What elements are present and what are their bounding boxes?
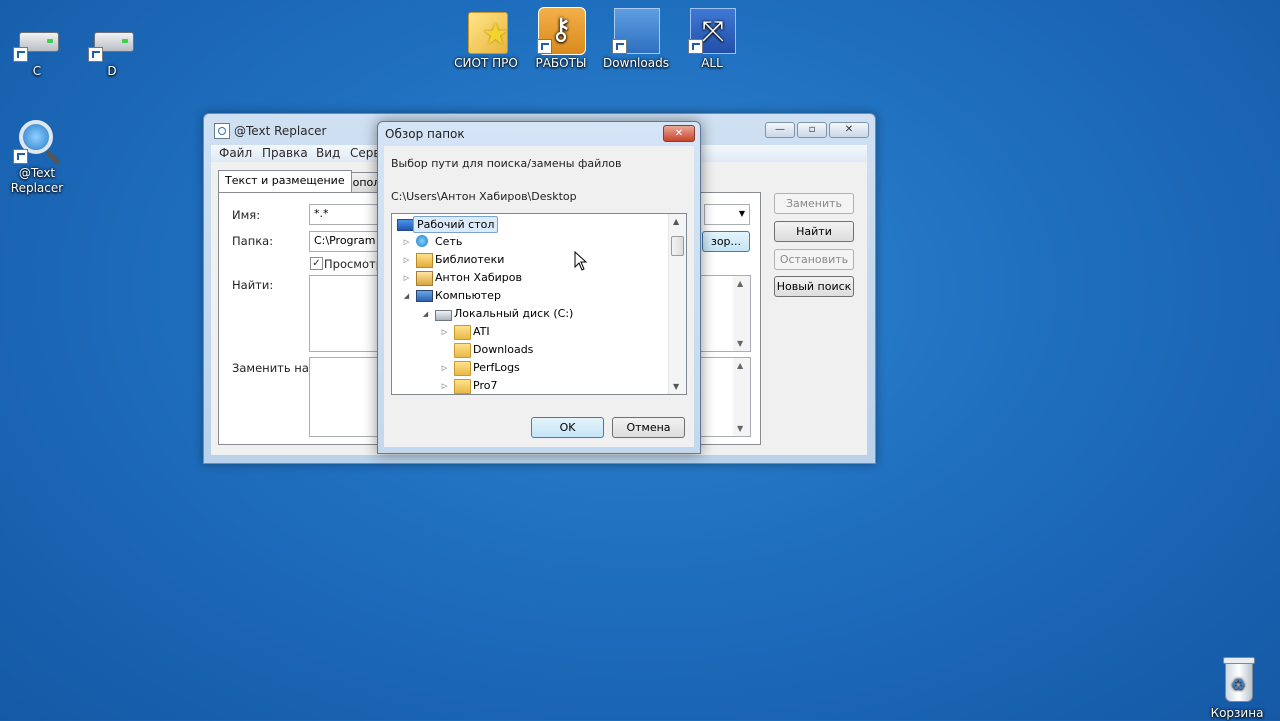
mouse-cursor-icon xyxy=(574,251,588,271)
cancel-button[interactable]: Отмена xyxy=(612,417,685,438)
desktop-icon-drive-c[interactable]: C xyxy=(1,14,73,79)
computer-icon xyxy=(416,290,433,302)
chevron-down-icon: ▼ xyxy=(738,209,745,218)
dialog-description: Выбор пути для поиска/замены файлов xyxy=(391,157,622,170)
browse-button[interactable]: зор... xyxy=(702,231,750,252)
scroll-down-icon[interactable]: ▼ xyxy=(673,382,679,391)
find-label: Найти: xyxy=(232,278,274,292)
stop-button[interactable]: Остановить xyxy=(774,249,854,270)
menu-file[interactable]: Файл xyxy=(219,146,252,160)
replace-with-label: Заменить на: xyxy=(232,361,313,375)
shortcut-arrow-icon xyxy=(13,47,28,62)
find-button[interactable]: Найти xyxy=(774,221,854,242)
maximize-button[interactable]: ▫ xyxy=(797,122,827,138)
dialog-title: Обзор папок xyxy=(385,127,465,141)
magnifier-icon xyxy=(13,116,61,164)
user-folder-icon xyxy=(416,271,433,286)
expand-arrow-icon[interactable]: ▷ xyxy=(402,251,411,269)
folder-tree[interactable]: Рабочий стол ▷ Сеть ▷ Библиотеки ▷ Антон… xyxy=(391,213,687,395)
shortcut-arrow-icon xyxy=(612,39,627,54)
find-scrollbar[interactable]: ▲ ▼ xyxy=(733,276,750,351)
close-button[interactable]: ✕ xyxy=(829,122,869,138)
desktop-icon-all[interactable]: ⤧ ALL xyxy=(676,6,748,71)
expand-arrow-icon[interactable]: ▷ xyxy=(402,269,411,287)
collapse-arrow-icon[interactable]: ◢ xyxy=(421,305,430,323)
drive-icon xyxy=(435,310,452,321)
scroll-thumb[interactable] xyxy=(671,236,684,256)
replace-scrollbar[interactable]: ▲ ▼ xyxy=(733,358,750,436)
browse-folder-dialog[interactable]: Обзор папок ✕ Выбор пути для поиска/заме… xyxy=(377,121,701,454)
hard-drive-icon xyxy=(88,14,136,62)
downloads-folder-icon xyxy=(612,6,660,54)
expand-arrow-icon[interactable]: ▷ xyxy=(440,377,449,394)
desktop-icon-recycle-bin[interactable]: Корзина xyxy=(1201,656,1273,721)
menu-service[interactable]: Серв xyxy=(350,146,380,160)
folder-icon xyxy=(454,343,471,358)
folder-icon xyxy=(454,361,471,376)
desktop-icon-label: ALL xyxy=(701,56,723,70)
recycle-bin-icon xyxy=(1213,656,1261,704)
desktop-icon xyxy=(397,219,414,231)
shortcut-arrow-icon xyxy=(88,47,103,62)
caption-buttons: — ▫ ✕ xyxy=(765,122,869,138)
network-icon xyxy=(416,235,428,247)
folder-icon xyxy=(454,325,471,340)
window-title: @Text Replacer xyxy=(234,124,327,138)
expand-arrow-icon[interactable]: ▷ xyxy=(402,233,411,251)
arrows-expand-icon: ⤧ xyxy=(688,6,736,54)
tab-text-and-placement[interactable]: Текст и размещение xyxy=(218,170,352,192)
menu-view[interactable]: Вид xyxy=(316,146,340,160)
expand-arrow-icon[interactable]: ▷ xyxy=(440,323,449,341)
minimize-button[interactable]: — xyxy=(765,122,795,138)
desktop-icon-label: СИОТ ПРО xyxy=(454,56,518,70)
desktop-icon-raboty[interactable]: ⚷ РАБОТЫ xyxy=(525,6,597,71)
name-label: Имя: xyxy=(232,208,261,222)
folder-icon xyxy=(454,379,471,394)
dialog-body: Выбор пути для поиска/замены файлов C:\U… xyxy=(384,146,694,447)
key-icon: ⚷ xyxy=(537,6,586,55)
tree-scrollbar[interactable]: ▲ ▼ xyxy=(668,214,686,394)
shortcut-arrow-icon xyxy=(688,39,703,54)
mask-dropdown[interactable]: ▼ xyxy=(704,204,750,225)
desktop-icon-label: РАБОТЫ xyxy=(535,56,587,70)
desktop-icon-siot-pro[interactable]: ★ СИОТ ПРО xyxy=(450,6,522,71)
desktop-icon-drive-d[interactable]: D xyxy=(76,14,148,79)
desktop-icon-label: C xyxy=(32,64,42,78)
desktop-icon-downloads[interactable]: Downloads xyxy=(600,6,672,71)
current-path: C:\Users\Антон Хабиров\Desktop xyxy=(391,190,577,203)
desktop-icon-label: @Text Replacer xyxy=(10,166,64,195)
libraries-icon xyxy=(416,253,433,268)
collapse-arrow-icon[interactable]: ◢ xyxy=(402,287,411,305)
desktop-icon-label: Корзина xyxy=(1210,706,1264,720)
expand-arrow-icon[interactable]: ▷ xyxy=(440,359,449,377)
view-checkbox[interactable]: ✓ xyxy=(310,257,323,270)
desktop-icon-label: Downloads xyxy=(603,56,669,70)
folder-star-icon: ★ xyxy=(462,6,510,54)
desktop-icon-label: D xyxy=(107,64,117,78)
scroll-up-icon[interactable]: ▲ xyxy=(673,217,679,226)
shortcut-arrow-icon xyxy=(13,149,28,164)
dialog-close-button[interactable]: ✕ xyxy=(663,125,695,142)
hard-drive-icon xyxy=(13,14,61,62)
desktop-icon-text-replacer[interactable]: @Text Replacer xyxy=(1,116,73,196)
shortcut-arrow-icon xyxy=(537,39,552,54)
new-search-button[interactable]: Новый поиск xyxy=(774,276,854,297)
menu-edit[interactable]: Правка xyxy=(262,146,308,160)
app-icon xyxy=(214,123,230,139)
folder-label: Папка: xyxy=(232,234,274,248)
replace-button[interactable]: Заменить xyxy=(774,193,854,214)
ok-button[interactable]: OK xyxy=(531,417,604,438)
